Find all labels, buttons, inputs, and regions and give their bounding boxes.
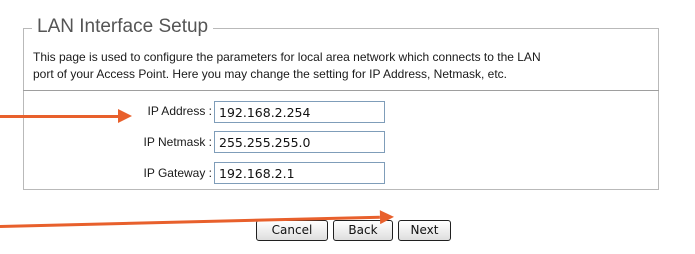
ip-netmask-input[interactable] <box>214 131 385 153</box>
next-button[interactable]: Next <box>398 220 451 241</box>
description-line-1: This page is used to configure the param… <box>33 50 541 64</box>
description-line-2: port of your Access Point. Here you may … <box>33 66 508 81</box>
lan-interface-setup-page: LAN Interface Setup This page is used to… <box>0 0 695 254</box>
annotation-arrow-ip-shaft <box>0 115 120 118</box>
ip-gateway-label: IP Gateway : <box>143 166 212 180</box>
ip-address-input[interactable] <box>214 101 385 123</box>
section-divider <box>23 90 659 91</box>
section-title: LAN Interface Setup <box>32 15 214 39</box>
cancel-button[interactable]: Cancel <box>256 220 328 241</box>
section-description: This page is used to configure the param… <box>33 49 653 82</box>
ip-gateway-input[interactable] <box>214 162 385 184</box>
annotation-arrow-next-head <box>379 209 395 225</box>
annotation-arrow-ip-head <box>118 109 132 123</box>
ip-netmask-label: IP Netmask : <box>143 135 212 149</box>
